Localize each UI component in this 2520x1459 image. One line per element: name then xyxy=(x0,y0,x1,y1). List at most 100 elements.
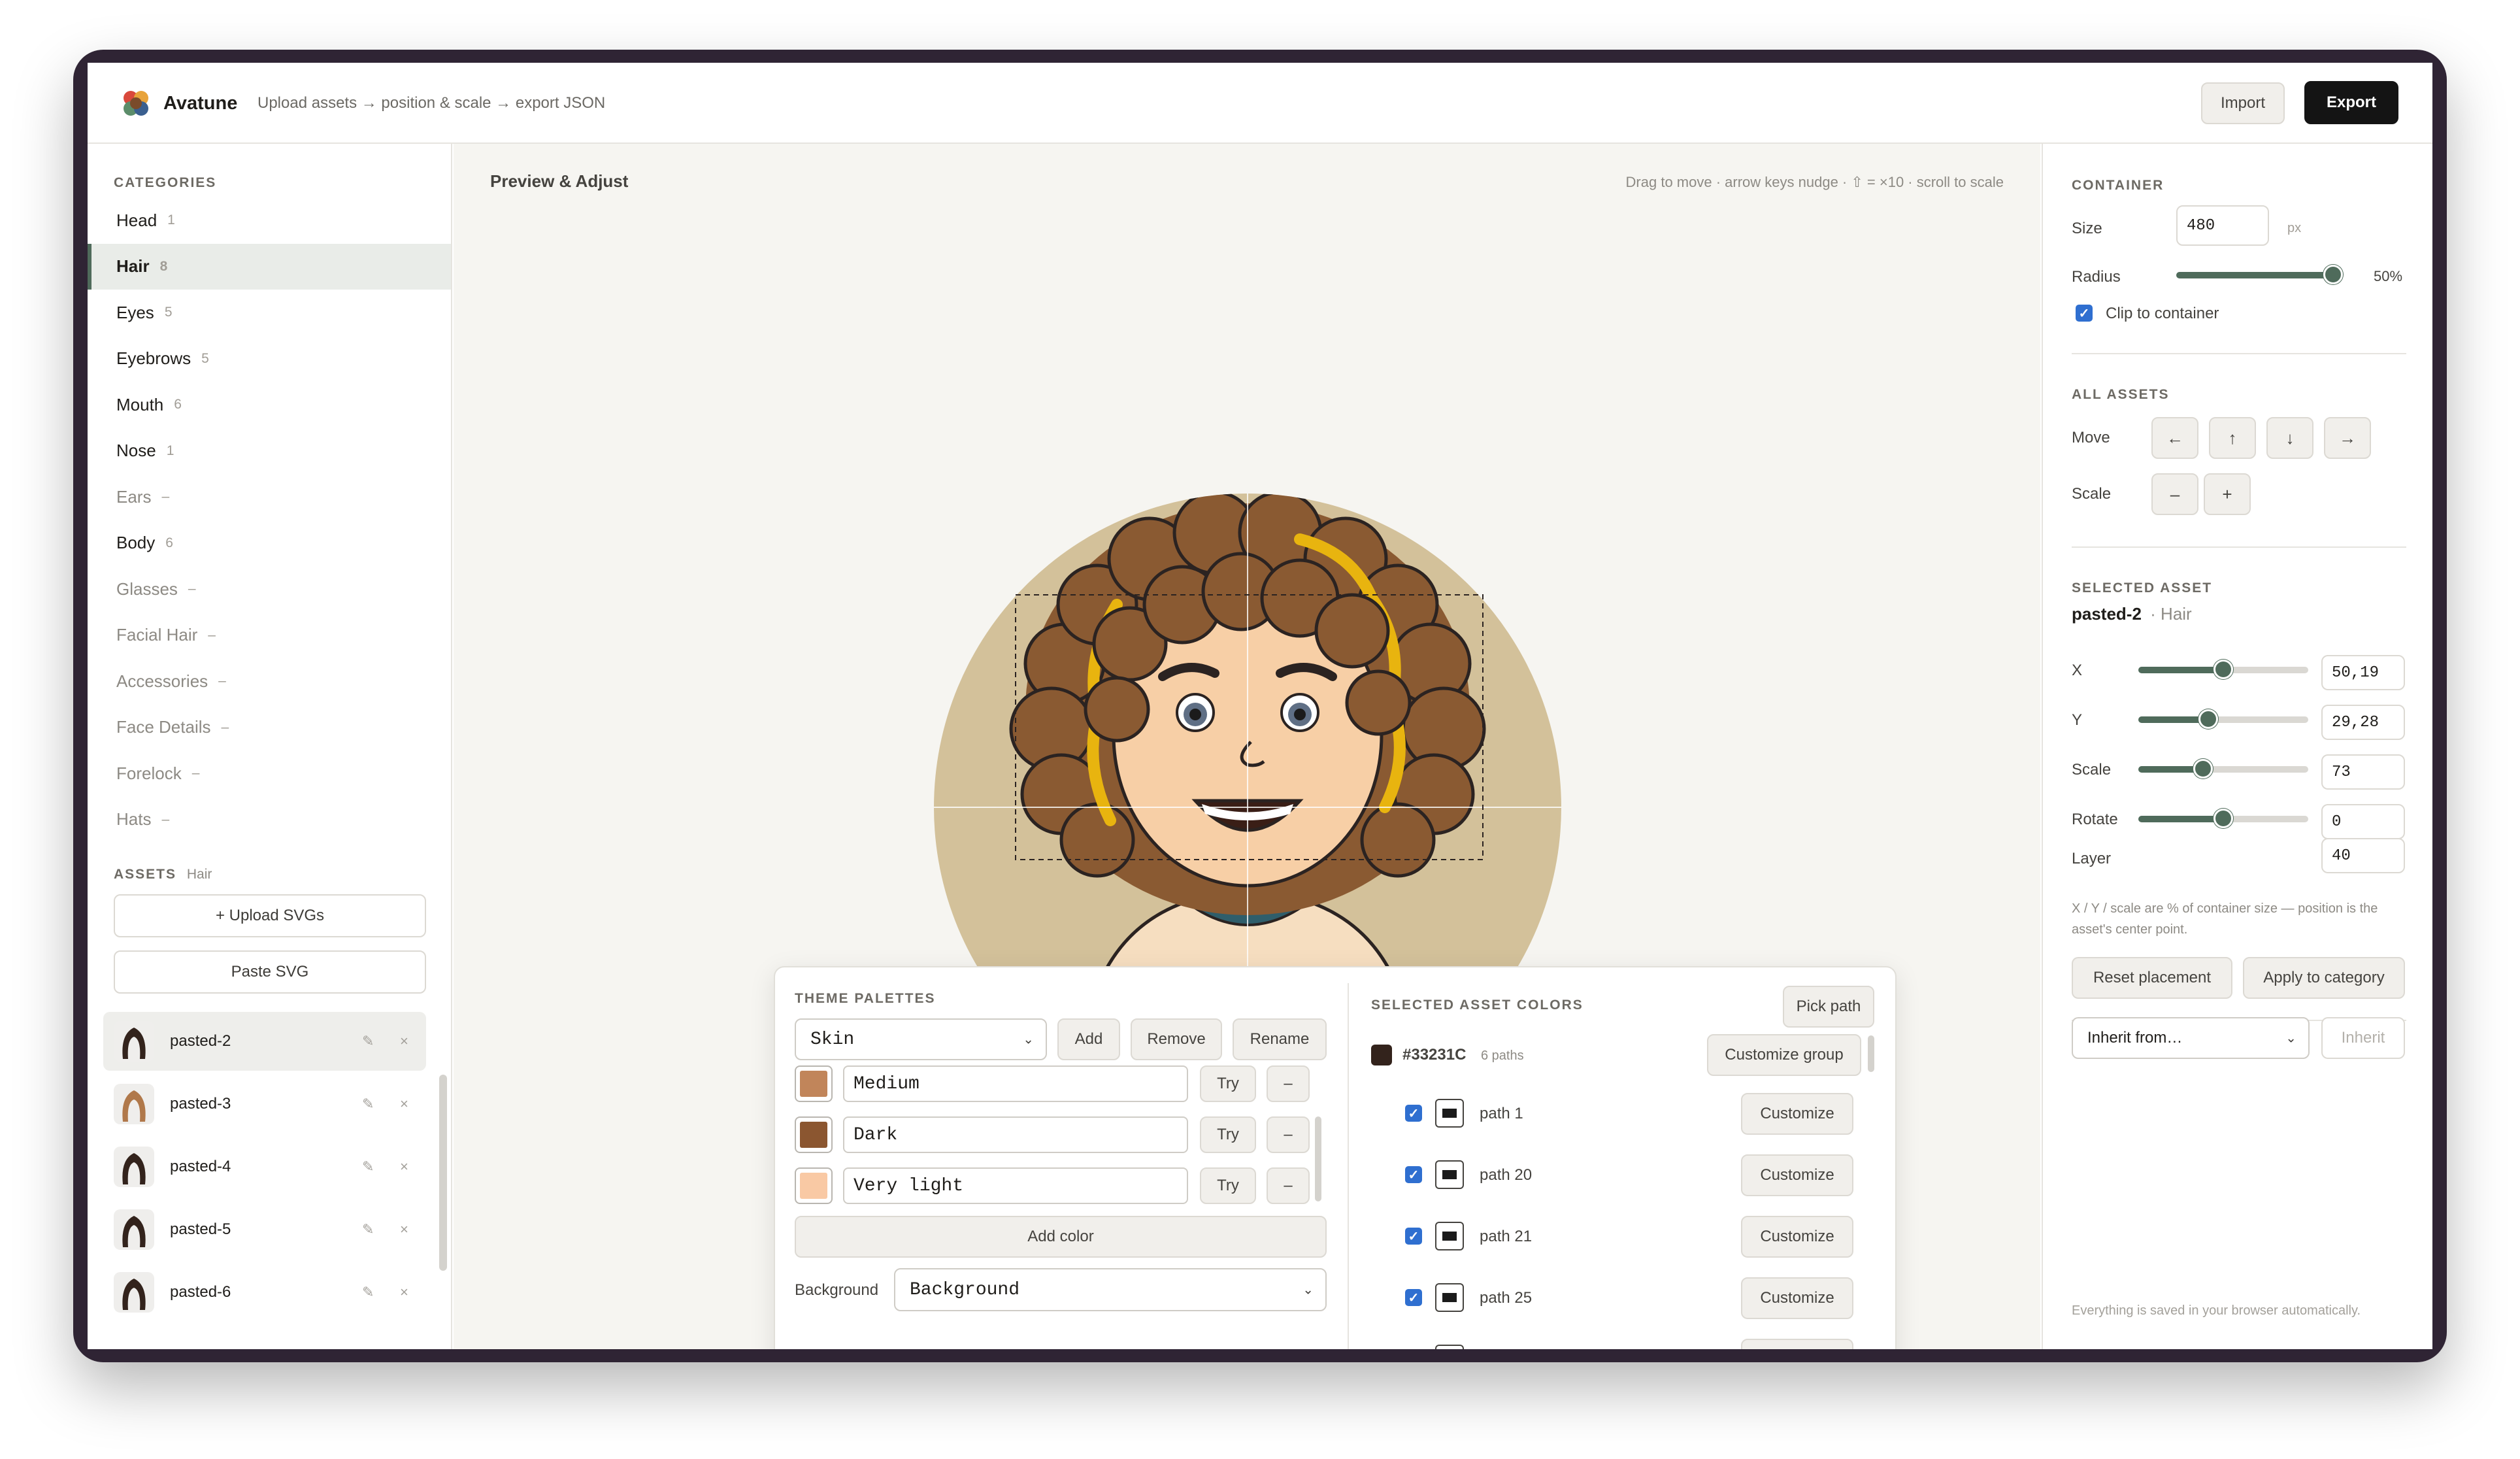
palette-color-swatch[interactable] xyxy=(795,1167,833,1204)
category-item-glasses[interactable]: Glasses – xyxy=(88,566,451,612)
add-palette-button[interactable]: Add xyxy=(1057,1018,1120,1060)
palette-color-swatch[interactable] xyxy=(795,1065,833,1102)
category-item-eyebrows[interactable]: Eyebrows 5 xyxy=(88,336,451,382)
slider-scale[interactable] xyxy=(2138,759,2308,779)
path-color-swatch[interactable] xyxy=(1435,1222,1464,1250)
remove-icon[interactable]: × xyxy=(400,1096,408,1113)
inherit-from-select[interactable]: Inherit from… ⌄ xyxy=(2072,1017,2310,1059)
apply-to-category-button[interactable]: Apply to category xyxy=(2243,957,2405,999)
asset-item[interactable]: pasted-3 ✎ × xyxy=(103,1075,426,1133)
field-input-rotate[interactable]: 0 xyxy=(2321,804,2405,839)
customize-group-button[interactable]: Customize group xyxy=(1707,1034,1861,1076)
customize-path-button[interactable]: Customize xyxy=(1741,1216,1853,1258)
group-color-swatch[interactable] xyxy=(1371,1045,1392,1065)
import-button[interactable]: Import xyxy=(2201,82,2285,124)
path-checkbox[interactable]: ✓ xyxy=(1405,1228,1422,1245)
move-right-button[interactable]: → xyxy=(2324,417,2371,459)
asset-item[interactable]: pasted-6 ✎ × xyxy=(103,1263,426,1322)
edit-icon[interactable]: ✎ xyxy=(362,1158,374,1175)
edit-icon[interactable]: ✎ xyxy=(362,1284,374,1301)
asset-colors-scrollbar[interactable] xyxy=(1868,1035,1874,1072)
category-item-accessories[interactable]: Accessories – xyxy=(88,658,451,704)
edit-icon[interactable]: ✎ xyxy=(362,1096,374,1113)
customize-path-button[interactable]: Customize xyxy=(1741,1093,1853,1135)
category-item-face-details[interactable]: Face Details – xyxy=(88,705,451,750)
edit-icon[interactable]: ✎ xyxy=(362,1033,374,1050)
palette-color-name-input[interactable]: Medium xyxy=(843,1065,1188,1102)
customize-path-button[interactable]: Customize xyxy=(1741,1277,1853,1319)
path-color-swatch[interactable] xyxy=(1435,1099,1464,1128)
category-item-head[interactable]: Head 1 xyxy=(88,197,451,243)
remove-icon[interactable]: × xyxy=(400,1221,408,1238)
remove-color-button[interactable]: – xyxy=(1267,1065,1310,1102)
customize-path-button[interactable]: Customize xyxy=(1741,1339,1853,1349)
asset-name: pasted-5 xyxy=(170,1220,231,1238)
background-select[interactable]: Background ⌄ xyxy=(894,1268,1327,1311)
category-item-eyes[interactable]: Eyes 5 xyxy=(88,290,451,335)
category-item-facial-hair[interactable]: Facial Hair – xyxy=(88,612,451,658)
asset-item[interactable]: pasted-5 ✎ × xyxy=(103,1200,426,1259)
path-label: path 20 xyxy=(1480,1166,1533,1184)
category-label: Forelock xyxy=(116,763,182,783)
asset-item[interactable]: pasted-4 ✎ × xyxy=(103,1137,426,1196)
clip-checkbox[interactable]: ✓ xyxy=(2076,305,2093,322)
path-checkbox[interactable]: ✓ xyxy=(1405,1289,1422,1306)
move-down-button[interactable]: ↓ xyxy=(2266,417,2313,459)
remove-color-button[interactable]: – xyxy=(1267,1116,1310,1153)
paste-svg-button[interactable]: Paste SVG xyxy=(114,950,426,994)
inherit-button[interactable]: Inherit xyxy=(2321,1017,2405,1059)
palette-color-name-input[interactable]: Dark xyxy=(843,1116,1188,1153)
category-item-nose[interactable]: Nose 1 xyxy=(88,428,451,474)
scale-up-button[interactable]: + xyxy=(2204,473,2251,515)
try-color-button[interactable]: Try xyxy=(1200,1167,1256,1204)
pick-path-button[interactable]: Pick path xyxy=(1783,986,1874,1028)
asset-item[interactable]: pasted-2 ✎ × xyxy=(103,1012,426,1071)
category-item-hats[interactable]: Hats – xyxy=(88,797,451,843)
remove-color-button[interactable]: – xyxy=(1267,1167,1310,1204)
category-item-body[interactable]: Body 6 xyxy=(88,520,451,566)
avatar-preview-canvas[interactable] xyxy=(934,494,1561,1036)
remove-icon[interactable]: × xyxy=(400,1033,408,1050)
category-item-ears[interactable]: Ears – xyxy=(88,474,451,520)
asset-name: pasted-2 xyxy=(170,1032,231,1050)
radius-slider[interactable] xyxy=(2176,265,2343,284)
move-left-button[interactable]: ← xyxy=(2151,417,2198,459)
palette-color-swatch[interactable] xyxy=(795,1116,833,1153)
chevron-down-icon: ⌄ xyxy=(2285,1031,2296,1046)
upload-svgs-button[interactable]: + Upload SVGs xyxy=(114,894,426,937)
customize-path-button[interactable]: Customize xyxy=(1741,1154,1853,1196)
path-checkbox[interactable]: ✓ xyxy=(1405,1105,1422,1122)
category-label: Body xyxy=(116,533,156,552)
path-color-swatch[interactable] xyxy=(1435,1345,1464,1349)
slider-x[interactable] xyxy=(2138,660,2308,679)
field-input-scale[interactable]: 73 xyxy=(2321,754,2405,790)
slider-rotate[interactable] xyxy=(2138,809,2308,828)
palette-select[interactable]: Skin ⌄ xyxy=(795,1018,1047,1060)
palette-scrollbar[interactable] xyxy=(1315,1116,1321,1201)
category-item-forelock[interactable]: Forelock – xyxy=(88,750,451,796)
move-up-button[interactable]: ↑ xyxy=(2209,417,2256,459)
field-input-y[interactable]: 29,28 xyxy=(2321,705,2405,740)
try-color-button[interactable]: Try xyxy=(1200,1116,1256,1153)
layer-input[interactable]: 40 xyxy=(2321,838,2405,873)
edit-icon[interactable]: ✎ xyxy=(362,1221,374,1238)
add-color-button[interactable]: Add color xyxy=(795,1216,1327,1258)
path-color-swatch[interactable] xyxy=(1435,1160,1464,1189)
category-item-mouth[interactable]: Mouth 6 xyxy=(88,382,451,428)
palette-color-name-input[interactable]: Very light xyxy=(843,1167,1188,1204)
remove-palette-button[interactable]: Remove xyxy=(1131,1018,1222,1060)
rename-palette-button[interactable]: Rename xyxy=(1233,1018,1327,1060)
reset-placement-button[interactable]: Reset placement xyxy=(2072,957,2232,999)
slider-y[interactable] xyxy=(2138,709,2308,729)
path-checkbox[interactable]: ✓ xyxy=(1405,1166,1422,1183)
try-color-button[interactable]: Try xyxy=(1200,1065,1256,1102)
export-button[interactable]: Export xyxy=(2304,81,2398,124)
field-input-x[interactable]: 50,19 xyxy=(2321,655,2405,690)
category-item-hair[interactable]: Hair 8 xyxy=(88,243,451,290)
scale-down-button[interactable]: – xyxy=(2151,473,2198,515)
path-color-swatch[interactable] xyxy=(1435,1283,1464,1312)
remove-icon[interactable]: × xyxy=(400,1284,408,1301)
size-input[interactable]: 480 xyxy=(2176,205,2269,246)
remove-icon[interactable]: × xyxy=(400,1158,408,1175)
asset-list-scrollbar[interactable] xyxy=(439,1075,447,1271)
